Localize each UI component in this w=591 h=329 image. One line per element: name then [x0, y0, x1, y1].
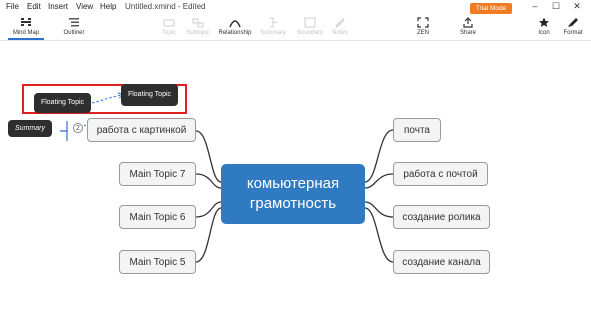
central-topic-label: комьютерная грамотность: [246, 175, 340, 212]
topic-right-2[interactable]: работа с почтой: [393, 162, 488, 186]
topic-right-3[interactable]: создание ролика: [393, 205, 490, 229]
floating-topic-2[interactable]: Floating Topic: [121, 84, 178, 106]
topic-right-4[interactable]: создание канала: [393, 250, 490, 274]
topic-left-1[interactable]: работа с картинкой: [87, 118, 196, 142]
topic-left-4[interactable]: Main Topic 5: [119, 250, 196, 274]
collapse-toggle[interactable]: 2: [73, 123, 83, 133]
central-topic[interactable]: комьютерная грамотность: [221, 164, 365, 224]
floating-topic-1[interactable]: Floating Topic: [34, 93, 91, 113]
topic-left-2[interactable]: Main Topic 7: [119, 162, 196, 186]
summary-topic[interactable]: Summary: [8, 120, 52, 137]
topic-left-3[interactable]: Main Topic 6: [119, 205, 196, 229]
topic-right-1[interactable]: почта: [393, 118, 441, 142]
